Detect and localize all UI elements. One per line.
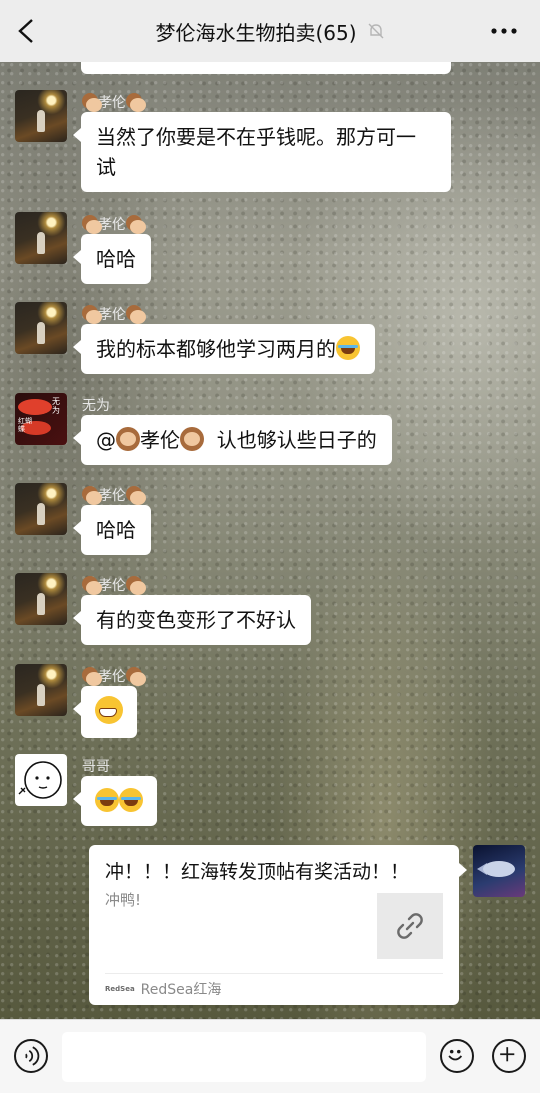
message-line: 当然了你要是不在乎钱呢。那方可一: [96, 125, 416, 149]
source-logo: RedSea: [105, 985, 135, 993]
message-bubble[interactable]: [73, 776, 157, 826]
laughing-tears-emoji: [95, 788, 119, 812]
sender-name: 孝伦: [82, 485, 146, 505]
avatar[interactable]: [15, 302, 67, 354]
partial-message-bubble[interactable]: [81, 62, 451, 74]
link-card-thumbnail: [377, 893, 443, 959]
link-card-source: RedSea RedSea红海: [105, 982, 222, 998]
doodle-face-icon: [18, 761, 62, 799]
sender-name: 孝伦: [82, 214, 146, 234]
page-title: 梦伦海水生物拍卖(65): [155, 20, 357, 45]
link-card-title: 冲！！！红海转发顶帖有奖活动！！: [105, 861, 410, 883]
grinning-emoji: [95, 696, 123, 724]
link-icon: [397, 913, 423, 939]
message-bubble[interactable]: 有的变色变形了不好认: [73, 595, 311, 645]
link-card[interactable]: 冲！！！红海转发顶帖有奖活动！！ 冲鸭! RedSea RedSea红海: [89, 845, 467, 1005]
message-input[interactable]: [62, 1032, 426, 1082]
mention-name[interactable]: 孝伦: [140, 428, 180, 452]
message-bubble[interactable]: [73, 686, 137, 738]
avatar[interactable]: [473, 845, 525, 897]
message-bubble[interactable]: 当然了你要是不在乎钱呢。那方可一 试: [73, 112, 451, 192]
ellipsis-icon[interactable]: [490, 22, 518, 40]
avatar[interactable]: [15, 664, 67, 716]
sender-name: 哥哥: [82, 759, 110, 775]
avatar[interactable]: [15, 754, 67, 806]
title-bar: 梦伦海水生物拍卖(65): [0, 0, 540, 62]
message-bubble[interactable]: 哈哈: [73, 234, 151, 284]
sender-name: 孝伦: [82, 92, 146, 112]
plus-icon[interactable]: [492, 1039, 526, 1073]
laughing-tears-emoji: [336, 336, 360, 360]
message-bubble[interactable]: @ 孝伦 认也够认些日子的: [73, 415, 392, 465]
avatar[interactable]: [15, 573, 67, 625]
avatar[interactable]: [15, 483, 67, 535]
avatar[interactable]: [15, 90, 67, 142]
avatar[interactable]: 无为 红蝴蝶: [15, 393, 67, 445]
laughing-tears-emoji: [119, 788, 143, 812]
link-card-description: 冲鸭!: [105, 891, 142, 909]
avatar[interactable]: [15, 212, 67, 264]
voice-icon[interactable]: [14, 1039, 48, 1073]
bell-off-icon: [368, 23, 384, 39]
sender-name: 孝伦: [82, 304, 146, 324]
message-line: 试: [96, 155, 116, 179]
sender-name: 孝伦: [82, 575, 146, 595]
input-bar: [0, 1019, 540, 1093]
message-bubble[interactable]: 我的标本都够他学习两月的: [73, 324, 375, 374]
chat-area[interactable]: 孝伦 当然了你要是不在乎钱呢。那方可一 试 孝伦 哈哈 孝伦 我的标本都够他学习…: [0, 62, 540, 1019]
sender-name: 孝伦: [82, 666, 146, 686]
sender-name: 无为: [82, 398, 110, 414]
emoji-icon[interactable]: [440, 1039, 474, 1073]
message-bubble[interactable]: 哈哈: [73, 505, 151, 555]
